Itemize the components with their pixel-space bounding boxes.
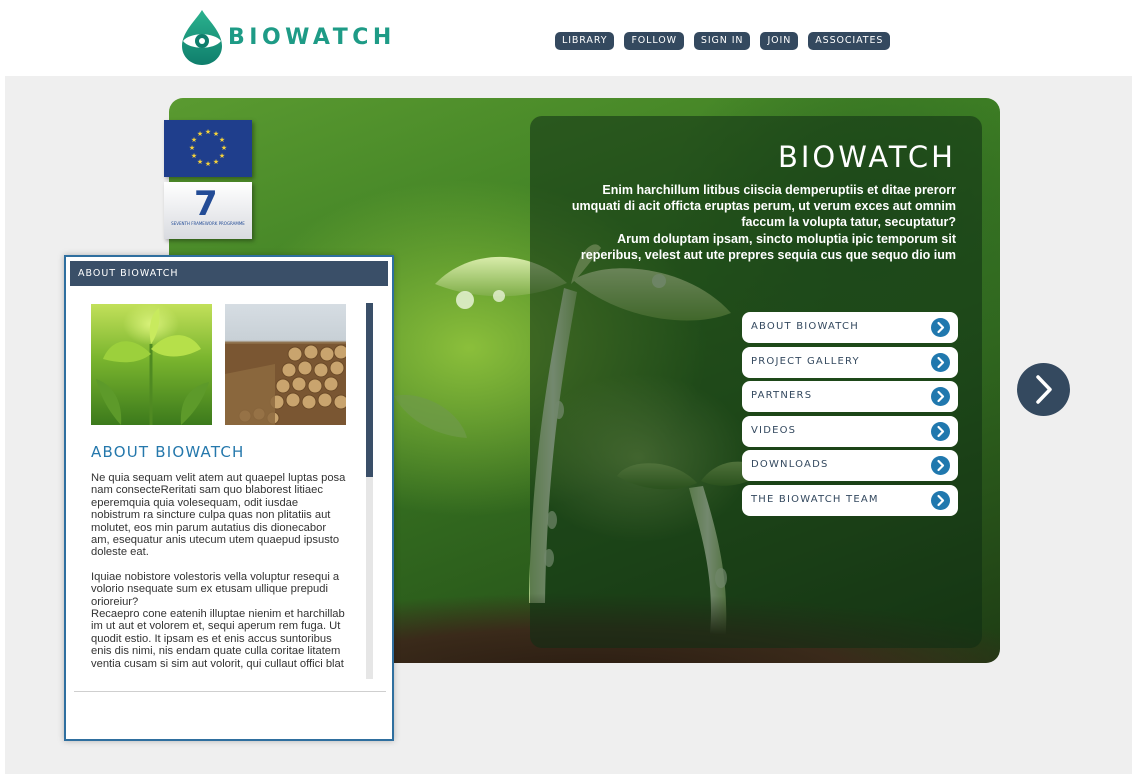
svg-text:★: ★ <box>219 136 225 144</box>
hero-description-paragraph-1: Enim harchillum litibus ciiscia demperup… <box>571 183 956 230</box>
tea-leaves-image <box>91 304 212 425</box>
svg-text:★: ★ <box>191 152 197 160</box>
chevron-right-icon <box>1036 375 1052 404</box>
chevron-right-icon <box>931 490 950 510</box>
menu-downloads[interactable]: DOWNLOADS <box>742 450 958 482</box>
about-title: ABOUT BIOWATCH <box>91 443 245 461</box>
menu-item-label: THE BIOWATCH TEAM <box>751 493 879 505</box>
hero-menu: ABOUT BIOWATCH PROJECT GALLERY PARTNERS … <box>742 312 958 520</box>
menu-item-label: VIDEOS <box>751 424 797 436</box>
about-panel-header-label: ABOUT BIOWATCH <box>78 268 179 279</box>
menu-about-biowatch[interactable]: ABOUT BIOWATCH <box>742 312 958 343</box>
eu-stars-icon: ★ ★ ★ ★ ★ ★ ★ ★ ★ ★ ★ ★ <box>189 128 227 168</box>
svg-text:★: ★ <box>213 158 219 166</box>
top-navigation: LIBRARY FOLLOW SIGN IN JOIN ASSOCIATES <box>555 32 891 50</box>
nav-join-button[interactable]: JOIN <box>760 32 799 50</box>
log-pile-image <box>225 304 346 425</box>
hero-description: Enim harchillum litibus ciiscia demperup… <box>556 182 956 263</box>
nav-associates-button[interactable]: ASSOCIATES <box>808 32 891 50</box>
chevron-right-icon <box>931 387 950 407</box>
next-slide-button[interactable] <box>1017 363 1070 416</box>
svg-text:★: ★ <box>219 152 225 160</box>
menu-item-label: DOWNLOADS <box>751 459 829 471</box>
menu-videos[interactable]: VIDEOS <box>742 415 958 447</box>
about-paragraph-1: Ne quia sequam velit atem aut quaepel lu… <box>91 472 346 559</box>
menu-the-biowatch-team[interactable]: THE BIOWATCH TEAM <box>742 484 958 516</box>
water-drop-eye-icon <box>182 10 222 65</box>
menu-item-label: PROJECT GALLERY <box>751 355 860 367</box>
chevron-right-icon <box>931 421 950 441</box>
hero-description-paragraph-2: Arum doluptam ipsam, sincto moluptia ipi… <box>580 231 956 262</box>
chevron-right-icon <box>931 456 950 476</box>
nav-sign-in-button[interactable]: SIGN IN <box>693 32 751 50</box>
brand-name: BIOWATCH <box>228 24 396 50</box>
fp7-caption: SEVENTH FRAMEWORK PROGRAMME <box>171 221 245 226</box>
eu-flag-logo: ★ ★ ★ ★ ★ ★ ★ ★ ★ ★ ★ ★ <box>164 120 252 177</box>
chevron-right-icon <box>931 318 950 337</box>
menu-item-label: PARTNERS <box>751 390 813 402</box>
about-panel-header: ABOUT BIOWATCH <box>70 261 388 286</box>
nav-follow-button[interactable]: FOLLOW <box>624 32 684 50</box>
svg-text:★: ★ <box>197 158 203 166</box>
fp7-number: 7 <box>194 184 218 224</box>
svg-text:★: ★ <box>205 160 211 168</box>
menu-project-gallery[interactable]: PROJECT GALLERY <box>742 346 958 378</box>
about-body: Ne quia sequam velit atem aut quaepel lu… <box>91 472 346 679</box>
nav-library-button[interactable]: LIBRARY <box>555 32 615 50</box>
chevron-right-icon <box>931 352 950 372</box>
page: BIOWATCH LIBRARY FOLLOW SIGN IN JOIN ASS… <box>0 0 1132 774</box>
header: BIOWATCH LIBRARY FOLLOW SIGN IN JOIN ASS… <box>0 0 1132 76</box>
brand-logo[interactable]: BIOWATCH <box>180 8 396 66</box>
hero-title: BIOWATCH <box>777 140 956 174</box>
divider <box>74 691 386 692</box>
about-paragraph-2: Iquiae nobistore volestoris vella volupt… <box>91 570 340 608</box>
fp7-logo: 7 SEVENTH FRAMEWORK PROGRAMME <box>164 182 252 239</box>
about-panel-scrollbar[interactable] <box>366 303 373 679</box>
svg-text:★: ★ <box>197 130 203 138</box>
svg-text:★: ★ <box>205 128 211 136</box>
svg-text:★: ★ <box>221 144 227 152</box>
menu-partners[interactable]: PARTNERS <box>742 381 958 413</box>
about-panel: ABOUT BIOWATCH ABOUT BIOWATCH Ne quia se… <box>64 255 394 741</box>
menu-item-label: ABOUT BIOWATCH <box>751 321 859 332</box>
about-paragraph-3: Recaepro cone eatenih illuptae nienim et… <box>91 608 345 670</box>
scrollbar-thumb[interactable] <box>366 303 373 477</box>
svg-text:★: ★ <box>189 144 195 152</box>
